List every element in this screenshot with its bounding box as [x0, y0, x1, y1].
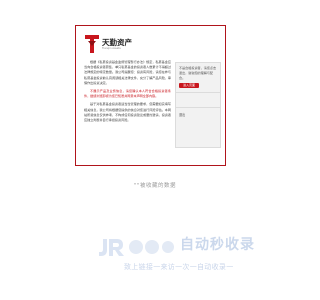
jr-logo-icon	[99, 239, 174, 256]
paragraph-3: 基于对私募基金投资者适当性管理的要求，您需要如实填写相关信息，我公司将根据您提供…	[84, 102, 171, 123]
mid-caption: ""被收藏的数据	[133, 183, 177, 189]
brand-logo: 天勤资产 Tianqin Assets	[85, 35, 155, 57]
disclaimer-card: 天勤资产 Tianqin Assets 根据《私募投资基金监督管理暂行办法》规定…	[75, 25, 226, 166]
side-panel: 不是合格投资者，请您点击退出，谢谢您的理解与配合。 进入页面 退出	[175, 62, 221, 148]
side-menu-item-1[interactable]	[176, 93, 220, 108]
disclaimer-text: 根据《私募投资基金监督管理暂行办法》规定，私募基金应当向合格投资者募集，单只私募…	[84, 60, 171, 126]
side-notice-text: 不是合格投资者，请您点击退出，谢谢您的理解与配合。	[179, 66, 217, 80]
paragraph-2-highlight: 不展示产品及业务信息，请您确认本人符合合格投资者条件，继续浏览即视为您已知悉并同…	[84, 89, 171, 99]
brand-name-en: Tianqin Assets	[102, 47, 121, 50]
watermark-subtitle: 致上链接一来访一次一自动收录一	[124, 263, 234, 271]
paragraph-1: 根据《私募投资基金监督管理暂行办法》规定，私募基金应当向合格投资者募集，单只私募…	[84, 60, 171, 85]
enter-button[interactable]: 进入页面	[179, 83, 200, 88]
brand-logo-icon	[85, 35, 99, 53]
watermark-title: 自动秒收录	[180, 237, 255, 253]
side-menu-item-exit[interactable]: 退出	[176, 108, 220, 122]
side-notice: 不是合格投资者，请您点击退出，谢谢您的理解与配合。 进入页面	[176, 63, 220, 93]
